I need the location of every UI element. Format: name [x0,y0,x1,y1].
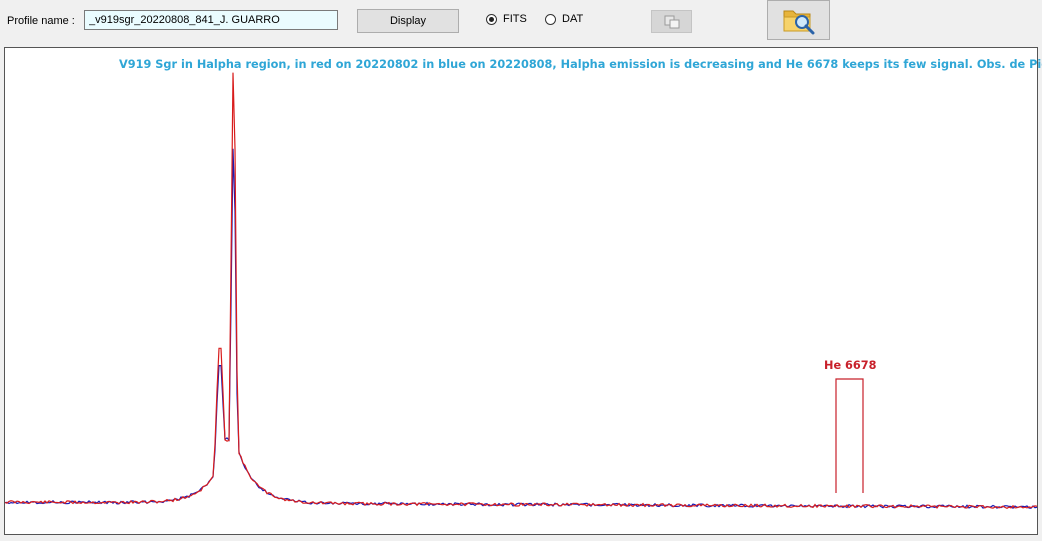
profile-name-input[interactable] [84,10,338,30]
he-6678-marker [835,378,864,493]
format-fits-label: FITS [503,13,527,25]
profile-20220802-line [5,72,1037,509]
spectrum-plot: V919 Sgr in Halpha region, in red on 202… [4,47,1042,535]
format-radio-dat[interactable]: DAT [545,13,583,25]
profile-name-label: Profile name : [7,15,75,27]
copy-button[interactable] [651,10,692,33]
radio-unselected-icon [545,13,556,25]
display-button[interactable]: Display [357,9,459,33]
profile-20220808-line [5,148,1037,510]
he-6678-label: He 6678 [824,359,877,372]
spectrum-svg [5,72,1037,510]
open-profile-button[interactable] [767,0,830,40]
copy-icon [664,15,679,28]
format-dat-label: DAT [562,13,584,25]
plot-annotation: V919 Sgr in Halpha region, in red on 202… [119,58,1042,71]
folder-search-icon [783,10,814,35]
format-radio-fits[interactable]: FITS [486,13,527,25]
radio-selected-icon [486,13,497,25]
toolbar: Profile name : Display FITS DAT [0,0,1042,46]
